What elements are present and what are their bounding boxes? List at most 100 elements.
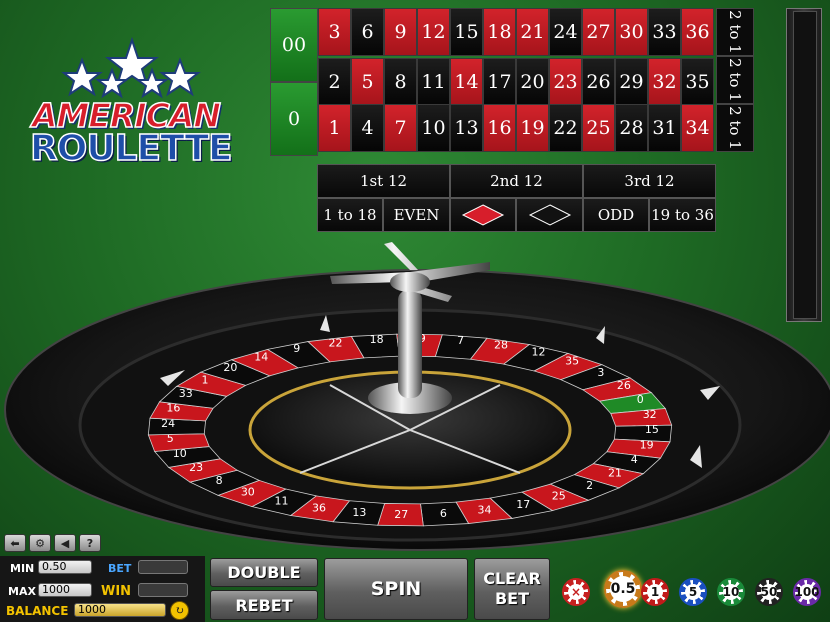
bet-number-26[interactable]: 26 [582,58,615,106]
bet-column-1[interactable]: 2 to 1 [716,104,754,152]
bet-2nd-12[interactable]: 2nd 12 [450,164,583,198]
bet-number-3[interactable]: 3 [318,8,351,56]
wheel-number: 35 [565,355,579,368]
bet-number-36[interactable]: 36 [681,8,714,56]
bet-number-21[interactable]: 21 [516,8,549,56]
wheel-number: 34 [477,504,491,517]
roulette-wheel: 2218297281235326032151942122517346271336… [4,242,830,551]
chip-50[interactable]: 50 [755,578,783,606]
bet-number-16[interactable]: 16 [483,104,516,152]
bet-number-14[interactable]: 14 [450,58,483,106]
bet-number-27[interactable]: 27 [582,8,615,56]
bet-1-to-18[interactable]: 1 to 18 [317,198,383,232]
bet-number-34[interactable]: 34 [681,104,714,152]
bet-number-28[interactable]: 28 [615,104,648,152]
rebet-button[interactable]: REBET [210,590,318,620]
bet-even[interactable]: EVEN [383,198,450,232]
wheel-number: 19 [640,438,654,451]
clear-chip[interactable]: × [562,578,590,606]
chip-label: 0.5 [610,581,636,597]
bet-number-12[interactable]: 12 [417,8,450,56]
bet-number-29[interactable]: 29 [615,58,648,106]
bet-column-2[interactable]: 2 to 1 [716,56,754,104]
wheel-number: 25 [552,489,566,502]
clear-bet-line2: BET [494,589,530,608]
wheel-number: 8 [216,474,223,487]
clear-bet-line1: CLEAR [483,569,541,588]
chip-5[interactable]: 5 [679,578,707,606]
bet-number-32[interactable]: 32 [648,58,681,106]
betting-table: 00 0 3 6 9 12 15 18 21 24 27 30 33 36 2 5 8 11 14 17 20 23 2… [270,8,754,156]
wheel-number: 17 [516,498,530,511]
bet-number-13[interactable]: 13 [450,104,483,152]
bet-number-8[interactable]: 8 [384,58,417,106]
chip-label: 50 [760,585,778,599]
bet-number-2[interactable]: 2 [318,58,351,106]
wheel-number: 27 [394,508,408,521]
bet-number-23[interactable]: 23 [549,58,582,106]
clear-bet-button[interactable]: CLEAR BET [474,558,550,620]
bet-number-15[interactable]: 15 [450,8,483,56]
bet-value [138,560,188,574]
chip-10[interactable]: 10 [717,578,745,606]
wheel-number: 30 [241,485,255,498]
bet-1st-12[interactable]: 1st 12 [317,164,450,198]
wheel-number: 36 [312,502,326,515]
bet-number-30[interactable]: 30 [615,8,648,56]
bet-number-35[interactable]: 35 [681,58,714,106]
wheel-number: 20 [223,361,237,374]
bet-number-25[interactable]: 25 [582,104,615,152]
bet-number-11[interactable]: 11 [417,58,450,106]
chip-100[interactable]: 100 [793,578,821,606]
bet-spot-00[interactable]: 00 [270,8,318,82]
min-label: MIN [10,562,35,575]
bet-19-to-36[interactable]: 19 to 36 [649,198,716,232]
wheel-number: 28 [494,338,508,351]
wheel-number: 12 [532,345,546,358]
balance-label: BALANCE [6,604,69,618]
sound-icon[interactable]: ◀ [54,534,76,552]
help-icon[interactable]: ? [79,534,101,552]
bet-number-24[interactable]: 24 [549,8,582,56]
bet-number-31[interactable]: 31 [648,104,681,152]
bet-number-10[interactable]: 10 [417,104,450,152]
bet-label: BET [108,562,132,575]
bet-3rd-12[interactable]: 3rd 12 [583,164,716,198]
bet-number-5[interactable]: 5 [351,58,384,106]
wheel-number: 22 [329,336,343,349]
wheel-number: 21 [608,467,622,480]
wheel-number: 4 [631,453,638,466]
black-diamond-icon [528,204,571,226]
bet-number-20[interactable]: 20 [516,58,549,106]
game-logo: AMERICAN ROULETTE [28,36,234,170]
bet-number-9[interactable]: 9 [384,8,417,56]
bet-number-22[interactable]: 22 [549,104,582,152]
double-button[interactable]: DOUBLE [210,558,318,587]
bet-number-7[interactable]: 7 [384,104,417,152]
bet-number-4[interactable]: 4 [351,104,384,152]
bet-number-17[interactable]: 17 [483,58,516,106]
settings-icon[interactable]: ⚙ [29,534,51,552]
bet-odd[interactable]: ODD [583,198,649,232]
control-panel: ⬅ ⚙ ◀ ? MIN 0.50 BET MAX 1000 WIN BALANC… [0,530,830,622]
spin-button[interactable]: SPIN [324,558,468,620]
bet-black[interactable] [516,198,583,232]
bet-number-6[interactable]: 6 [351,8,384,56]
red-diamond-icon [461,204,505,226]
bet-number-33[interactable]: 33 [648,8,681,56]
wheel-number: 9 [293,342,300,355]
chip-0-5[interactable]: 0.5 [604,570,642,608]
win-label: WIN [101,584,132,599]
wheel-number: 13 [352,506,366,519]
bet-spot-0[interactable]: 0 [270,82,318,156]
back-icon[interactable]: ⬅ [4,534,26,552]
bet-number-18[interactable]: 18 [483,8,516,56]
bet-column-3[interactable]: 2 to 1 [716,8,754,56]
bet-number-1[interactable]: 1 [318,104,351,152]
wheel-number: 26 [617,379,631,392]
refresh-icon[interactable]: ↻ [170,601,189,620]
min-value: 0.50 [38,560,92,574]
bet-number-19[interactable]: 19 [516,104,549,152]
chip-1[interactable]: 1 [641,578,669,606]
bet-red[interactable] [450,198,516,232]
